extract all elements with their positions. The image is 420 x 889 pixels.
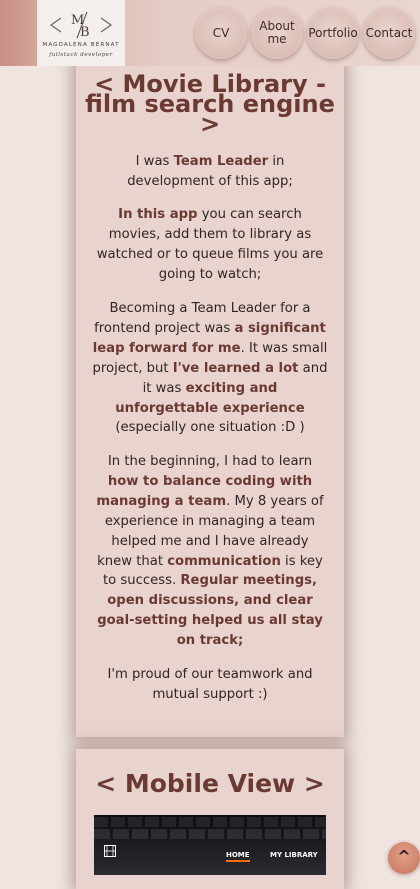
logo-subtitle: fullstack developer [49,52,113,58]
nav-portfolio-button[interactable]: Portfolio [307,7,359,59]
site-header: M B MAGDALENA BERNAT fullstack developer… [0,0,420,66]
preview-library-link: MY LIBRARY [270,851,318,859]
text: In the beginning, I had to learn [107,454,313,469]
chevron-up-icon: ^ [397,847,411,866]
project-card: < Movie Library - film search engine > I… [76,60,344,737]
project-paragraph-app: In this app you can search movies, add t… [92,205,328,285]
project-paragraph-role: I was Team Leader in development of this… [92,152,328,192]
monogram-logo-icon: M B [49,11,113,40]
mobile-view-card: < Mobile View > HOME MY LIBRARY [76,749,344,889]
nav-contact-button[interactable]: Contact [363,7,415,59]
logo[interactable]: M B MAGDALENA BERNAT fullstack developer [37,0,125,66]
svg-text:B: B [80,25,90,40]
mobile-view-title: < Mobile View > [95,769,325,798]
highlight: Team Leader [173,154,269,169]
preview-home-link: HOME [226,851,250,862]
highlight: I've learned a lot [172,360,299,376]
text: I was [135,154,174,169]
mobile-preview-image[interactable]: HOME MY LIBRARY [94,815,326,875]
text: (especially one situation :D ) [115,420,305,436]
project-paragraph-proud: I'm proud of our teamwork and mutual sup… [107,667,313,702]
cinema-seats-row [94,817,326,827]
film-icon [104,845,116,857]
project-paragraph-leadership: Becoming a Team Leader for a frontend pr… [92,299,328,438]
nav-cv-button[interactable]: CV [195,7,247,59]
nav-about-button[interactable]: About me [251,7,303,59]
scroll-to-top-button[interactable]: ^ [388,842,420,874]
project-paragraph-beginning: In the beginning, I had to learn how to … [92,452,328,651]
cinema-seats-row [94,829,326,839]
logo-name: MAGDALENA BERNAT [42,42,120,48]
project-title: < Movie Library - film search engine > [85,70,335,138]
highlight: communication [167,553,281,569]
highlight: In this app [118,207,198,222]
